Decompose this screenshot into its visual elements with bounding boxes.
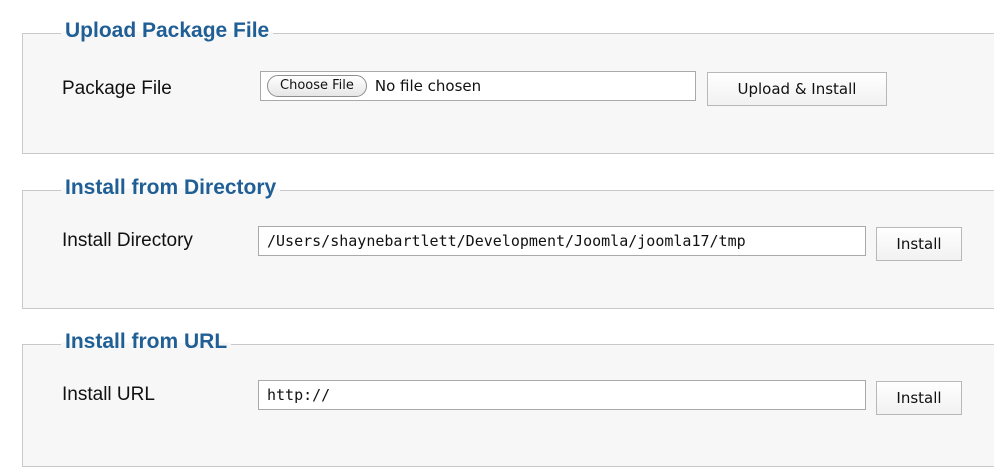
package-file-input[interactable]: Choose File No file chosen — [260, 71, 696, 101]
install-url-label: Install URL — [62, 384, 155, 405]
upload-package-section: Upload Package File Package File Choose … — [22, 16, 994, 154]
install-url-legend: Install from URL — [61, 327, 232, 357]
install-directory-legend: Install from Directory — [61, 173, 281, 203]
package-file-label: Package File — [62, 78, 172, 99]
choose-file-button[interactable]: Choose File — [267, 75, 367, 97]
upload-package-legend: Upload Package File — [61, 16, 274, 46]
install-directory-input[interactable]: /Users/shaynebartlett/Development/Joomla… — [258, 226, 866, 256]
install-url-section: Install from URL Install URL http:// Ins… — [22, 327, 994, 467]
upload-install-button[interactable]: Upload & Install — [707, 72, 887, 106]
install-url-button[interactable]: Install — [876, 381, 962, 415]
file-status-text: No file chosen — [374, 77, 482, 95]
install-directory-label: Install Directory — [62, 230, 193, 251]
installer-page: Upload Package File Package File Choose … — [0, 0, 994, 470]
install-url-input[interactable]: http:// — [258, 380, 866, 410]
install-directory-button[interactable]: Install — [876, 227, 962, 261]
install-directory-section: Install from Directory Install Directory… — [22, 173, 994, 309]
